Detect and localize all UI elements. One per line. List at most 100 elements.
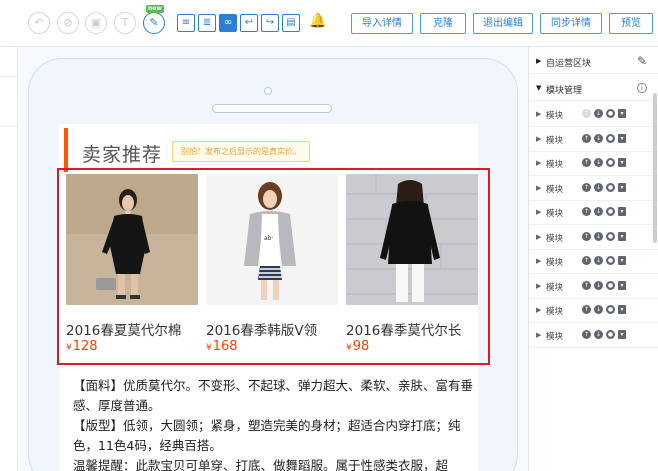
pen-icon[interactable]: ✎ bbox=[143, 12, 165, 34]
link-icon[interactable]: ∞ bbox=[219, 14, 237, 32]
move-down-icon[interactable]: ↓ bbox=[594, 109, 603, 118]
visibility-icon[interactable]: ● bbox=[606, 207, 615, 216]
section-accent-bar bbox=[64, 128, 68, 172]
top-toolbar: ↶ ⊘ ▣ T ✎ new ≡ ≣ ∞ ↩ ↪ ▤ 🔔 导入详情 克隆 退出编辑… bbox=[0, 0, 658, 47]
left-strip-tab[interactable] bbox=[0, 77, 17, 127]
move-up-icon[interactable]: ↑ bbox=[582, 305, 591, 314]
link-circle-icon[interactable]: ⊘ bbox=[57, 12, 79, 34]
caret-down-icon: ▼ bbox=[536, 84, 542, 92]
exit-edit-button[interactable]: 退出编辑 bbox=[473, 13, 533, 34]
move-up-icon[interactable]: ↑ bbox=[582, 280, 591, 290]
move-down-icon[interactable]: ↓ bbox=[594, 207, 603, 216]
trash-icon[interactable]: ▾ bbox=[618, 207, 626, 216]
new-badge: new bbox=[146, 5, 164, 13]
caret-right-icon: ▶ bbox=[536, 232, 542, 241]
import-detail-button[interactable]: 导入详情 bbox=[351, 13, 413, 34]
visibility-icon[interactable]: ● bbox=[606, 256, 615, 265]
caret-right-icon: ▶ bbox=[536, 281, 542, 290]
move-up-icon[interactable]: ↑ bbox=[582, 133, 591, 143]
selected-module-outline[interactable] bbox=[57, 168, 490, 365]
visibility-icon[interactable]: ● bbox=[606, 329, 615, 339]
trash-icon[interactable]: ▾ bbox=[618, 256, 626, 265]
module-row[interactable]: ▶ 模块 ↑ ↓ ● ▾ bbox=[529, 177, 658, 201]
module-row[interactable]: ▶ 模块 ↑ ↓ ● ▾ bbox=[529, 324, 658, 348]
move-down-icon[interactable]: ↓ bbox=[594, 133, 603, 143]
caret-right-icon: ▶ bbox=[536, 330, 542, 339]
move-up-icon[interactable]: ↑ bbox=[582, 231, 591, 241]
align-top-icon[interactable]: ≡ bbox=[177, 14, 195, 32]
move-up-icon[interactable]: ↑ bbox=[582, 207, 591, 216]
visibility-icon[interactable]: ● bbox=[606, 133, 615, 143]
caret-right-icon: ▶ bbox=[536, 110, 542, 118]
move-up-icon[interactable]: ↑ bbox=[582, 109, 591, 118]
description-line: 【面料】优质莫代尔。不变形、不起球、弹力超大、柔软、亲肤、富有垂感、厚度普通。 bbox=[73, 378, 474, 413]
text-circle-icon[interactable]: T bbox=[114, 12, 136, 34]
module-panel: ▶ 自运营区块 ✎ ▼ 模块管理 i ▶ 模块 ↑ ↓ ● ▾ ▶ 模块 ↑ ↓ ● ▾ ▶ 模块 ↑ ↓ ● ▾… bbox=[528, 47, 658, 471]
module-manage-row[interactable]: ▼ 模块管理 i bbox=[529, 77, 658, 101]
module-row[interactable]: ▶ 模块 ↑ ↓ ● ▾ bbox=[529, 299, 658, 323]
move-down-icon[interactable]: ↓ bbox=[594, 231, 603, 241]
image-circle-icon[interactable]: ▣ bbox=[85, 12, 107, 34]
module-row[interactable]: ▶ 模块 ↑ ↓ ● ▾ bbox=[529, 103, 658, 127]
module-row[interactable]: ▶ 模块 ↑ ↓ ● ▾ bbox=[529, 128, 658, 152]
caret-right-icon: ▶ bbox=[536, 306, 542, 314]
move-up-icon[interactable]: ↑ bbox=[582, 256, 591, 265]
phone-speaker-icon bbox=[212, 104, 332, 113]
phone-camera-icon bbox=[264, 87, 272, 95]
trash-icon[interactable]: ▾ bbox=[618, 158, 626, 167]
move-down-icon[interactable]: ↓ bbox=[594, 329, 603, 339]
move-up-icon[interactable]: ↑ bbox=[582, 158, 591, 167]
trash-icon[interactable]: ▾ bbox=[618, 329, 626, 339]
left-strip-tab[interactable] bbox=[0, 47, 17, 77]
caret-right-icon: ▶ bbox=[536, 134, 542, 143]
move-up-icon[interactable]: ↑ bbox=[582, 182, 591, 192]
undo-icon[interactable]: ↩ bbox=[240, 14, 258, 32]
redo-icon[interactable]: ↪ bbox=[261, 14, 279, 32]
move-down-icon[interactable]: ↓ bbox=[594, 182, 603, 192]
module-row[interactable]: ▶ 模块 ↑ ↓ ● ▾ bbox=[529, 152, 658, 176]
clone-button[interactable]: 克隆 bbox=[420, 13, 466, 34]
module-row[interactable]: ▶ 模块 ↑ ↓ ● ▾ bbox=[529, 250, 658, 274]
description-line: 温馨提醒：此款宝贝可单穿、打底、做舞蹈服。属于性感类衣服，超 bbox=[73, 458, 449, 471]
undo-circle-icon[interactable]: ↶ bbox=[28, 12, 50, 34]
trash-icon[interactable]: ▾ bbox=[618, 133, 626, 143]
move-down-icon[interactable]: ↓ bbox=[594, 305, 603, 314]
save-icon[interactable]: ▤ bbox=[282, 14, 300, 32]
visibility-icon[interactable]: ● bbox=[606, 231, 615, 241]
panel-scrollbar[interactable] bbox=[653, 93, 657, 243]
edit-icon[interactable]: ✎ bbox=[637, 54, 647, 68]
price-tip: 别怕！发布之后显示的是真实价。 bbox=[172, 141, 310, 162]
product-description: 【面料】优质莫代尔。不变形、不起球、弹力超大、柔软、亲肤、富有垂感、厚度普通。 … bbox=[73, 376, 483, 471]
move-down-icon[interactable]: ↓ bbox=[594, 158, 603, 167]
trash-icon[interactable]: ▾ bbox=[618, 231, 626, 241]
section-title: 卖家推荐 bbox=[82, 144, 163, 166]
caret-right-icon: ▶ bbox=[536, 257, 542, 265]
trash-icon[interactable]: ▾ bbox=[618, 305, 626, 314]
caret-right-icon: ▶ bbox=[536, 159, 542, 167]
trash-icon[interactable]: ▾ bbox=[618, 182, 626, 192]
description-line: 【版型】低领，大圆领；紧身，塑造完美的身材；超适合内穿打底；纯色，11色4码，经… bbox=[73, 418, 461, 453]
caret-right-icon: ▶ bbox=[536, 57, 542, 65]
bell-icon[interactable]: 🔔 bbox=[309, 13, 326, 29]
module-row[interactable]: ▶ 模块 ↑ ↓ ● ▾ bbox=[529, 201, 658, 225]
visibility-icon[interactable]: ● bbox=[606, 280, 615, 290]
align-bottom-icon[interactable]: ≣ bbox=[198, 14, 216, 32]
caret-right-icon: ▶ bbox=[536, 208, 542, 216]
move-down-icon[interactable]: ↓ bbox=[594, 256, 603, 265]
trash-icon[interactable]: ▾ bbox=[618, 280, 626, 290]
module-row[interactable]: ▶ 模块 ↑ ↓ ● ▾ bbox=[529, 226, 658, 250]
left-strip bbox=[0, 47, 18, 471]
preview-button[interactable]: 预览 bbox=[609, 13, 653, 34]
visibility-icon[interactable]: ● bbox=[606, 305, 615, 314]
move-down-icon[interactable]: ↓ bbox=[594, 280, 603, 290]
move-up-icon[interactable]: ↑ bbox=[582, 329, 591, 339]
visibility-icon[interactable]: ● bbox=[606, 158, 615, 167]
editor-root: ↶ ⊘ ▣ T ✎ new ≡ ≣ ∞ ↩ ↪ ▤ 🔔 导入详情 克隆 退出编辑… bbox=[0, 0, 658, 471]
sync-detail-button[interactable]: 同步详情 bbox=[540, 13, 602, 34]
visibility-icon[interactable]: ● bbox=[606, 182, 615, 192]
visibility-icon[interactable]: ● bbox=[606, 109, 615, 118]
custom-block-row[interactable]: ▶ 自运营区块 ✎ bbox=[529, 50, 658, 74]
module-row[interactable]: ▶ 模块 ↑ ↓ ● ▾ bbox=[529, 275, 658, 299]
info-icon[interactable]: i bbox=[637, 83, 647, 93]
trash-icon[interactable]: ▾ bbox=[618, 109, 626, 118]
